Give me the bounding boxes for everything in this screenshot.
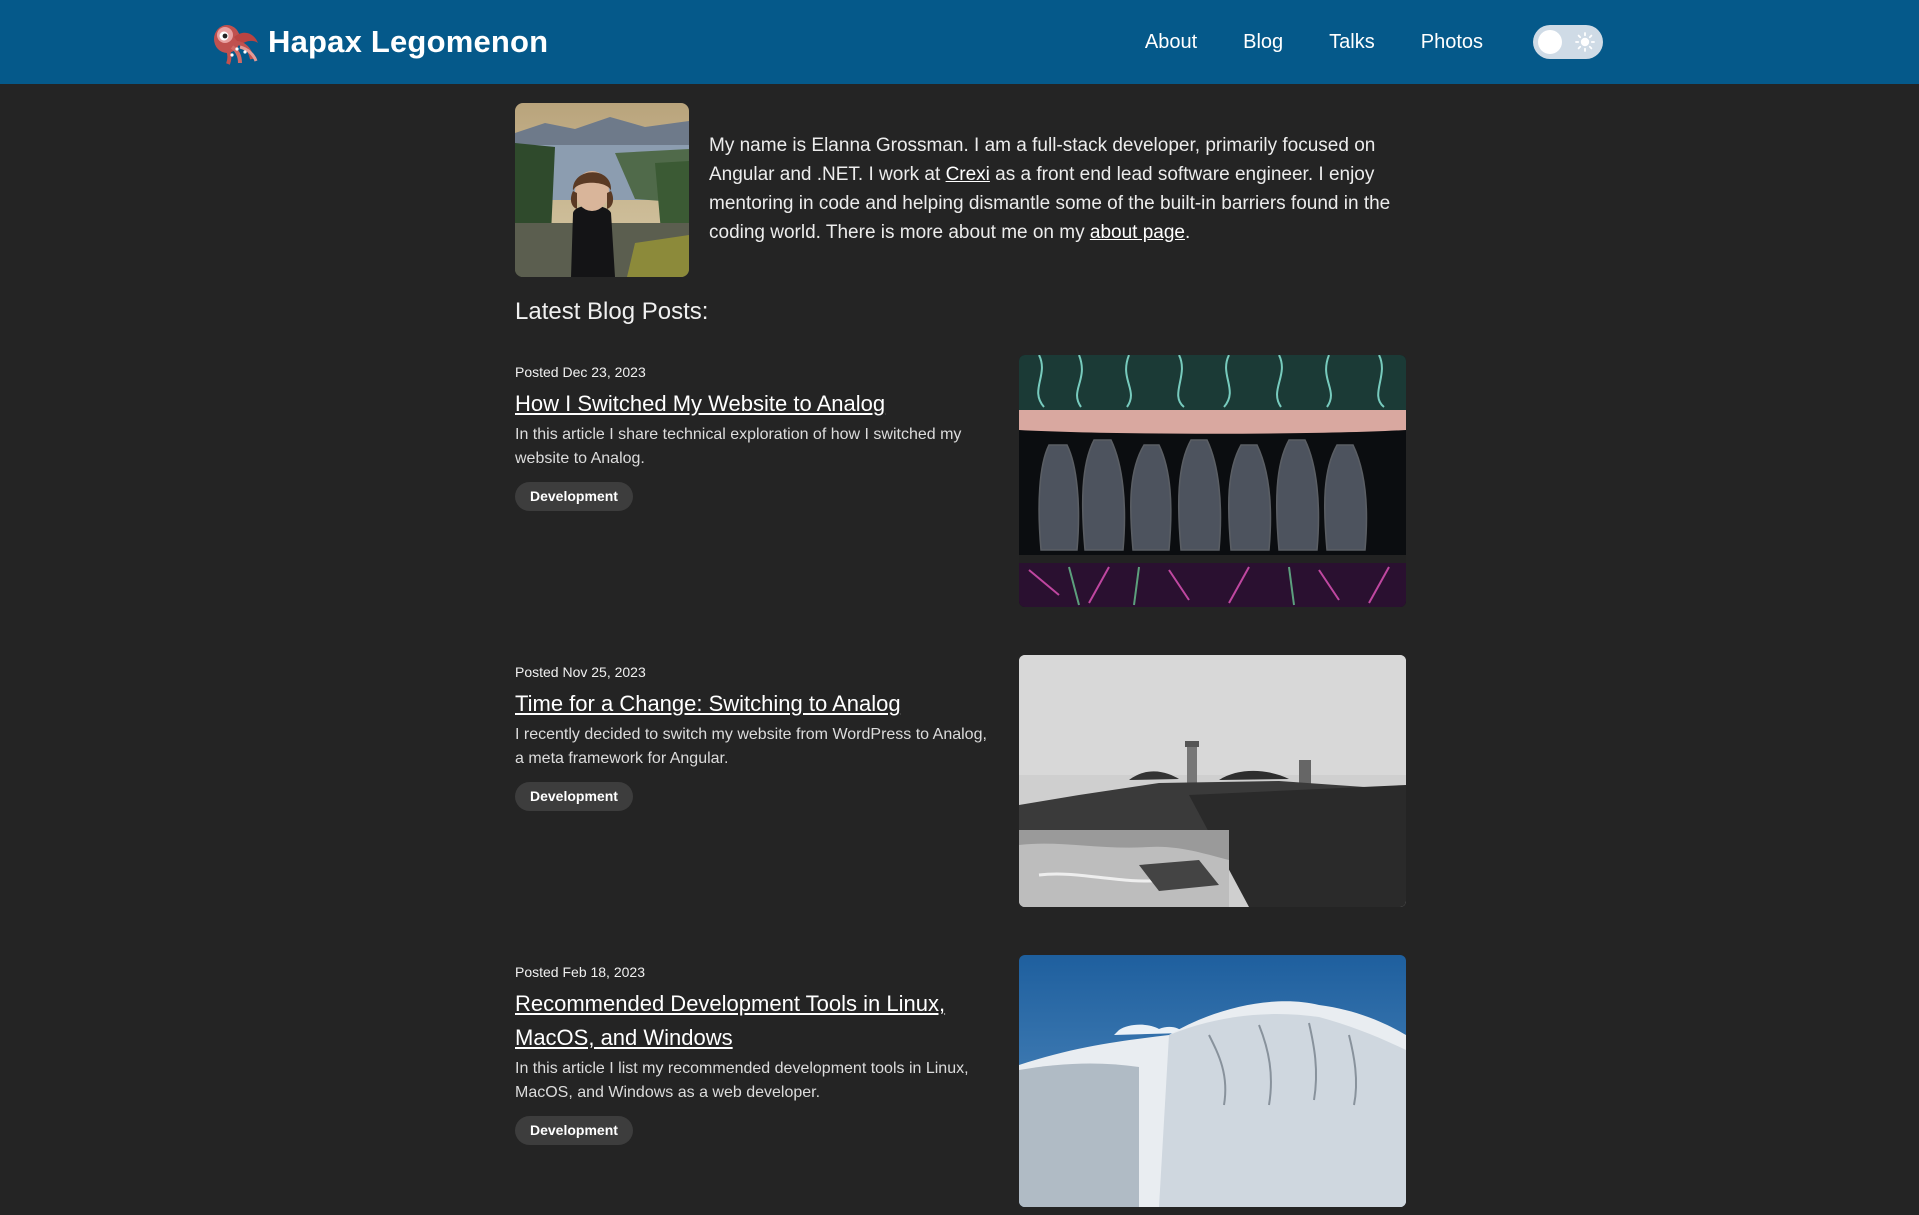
- post-date: Posted Dec 23, 2023: [515, 364, 646, 380]
- nav-photos[interactable]: Photos: [1421, 31, 1483, 54]
- main-nav: About Blog Talks Photos: [1145, 0, 1603, 84]
- tag-badge[interactable]: Development: [515, 482, 633, 511]
- intro-section: My name is Elanna Grossman. I am a full-…: [515, 103, 1406, 277]
- nav-blog[interactable]: Blog: [1243, 31, 1283, 54]
- post-image[interactable]: [1019, 655, 1406, 907]
- theme-toggle[interactable]: [1533, 25, 1603, 59]
- site-header: Hapax Legomenon About Blog Talks Photos: [0, 0, 1919, 84]
- blog-post: Posted Feb 18, 2023 Recommended Developm…: [515, 955, 1406, 1215]
- post-image[interactable]: [1019, 955, 1406, 1207]
- post-image[interactable]: [1019, 355, 1406, 607]
- post-date: Posted Feb 18, 2023: [515, 964, 645, 980]
- post-title-link[interactable]: How I Switched My Website to Analog: [515, 387, 1003, 421]
- post-text: Posted Feb 18, 2023 Recommended Developm…: [515, 963, 1003, 1145]
- nav-about[interactable]: About: [1145, 31, 1197, 54]
- squid-logo-icon: [214, 25, 258, 65]
- post-description: In this article I share technical explor…: [515, 426, 962, 467]
- nav-talks[interactable]: Talks: [1329, 31, 1375, 54]
- post-title-link[interactable]: Time for a Change: Switching to Analog: [515, 687, 1003, 721]
- about-page-link[interactable]: about page: [1090, 222, 1185, 243]
- bio-text: My name is Elanna Grossman. I am a full-…: [709, 131, 1406, 247]
- bio-part-3: .: [1184, 222, 1191, 243]
- blog-post: Posted Dec 23, 2023 How I Switched My We…: [515, 355, 1406, 615]
- home-link[interactable]: Hapax Legomenon: [210, 19, 548, 65]
- post-title-link[interactable]: Recommended Development Tools in Linux, …: [515, 987, 1003, 1055]
- latest-posts-heading: Latest Blog Posts:: [515, 298, 709, 325]
- sun-icon: [1575, 32, 1595, 52]
- post-description: I recently decided to switch my website …: [515, 726, 987, 767]
- tag-badge[interactable]: Development: [515, 782, 633, 811]
- post-text: Posted Dec 23, 2023 How I Switched My We…: [515, 363, 1003, 511]
- blog-post: Posted Nov 25, 2023 Time for a Change: S…: [515, 655, 1406, 915]
- site-title: Hapax Legomenon: [268, 24, 549, 59]
- post-date: Posted Nov 25, 2023: [515, 664, 646, 680]
- tag-badge[interactable]: Development: [515, 1116, 633, 1145]
- post-text: Posted Nov 25, 2023 Time for a Change: S…: [515, 663, 1003, 811]
- crexi-link[interactable]: Crexi: [946, 164, 990, 185]
- post-description: In this article I list my recommended de…: [515, 1060, 969, 1101]
- toggle-knob: [1538, 30, 1562, 54]
- avatar: [515, 103, 689, 277]
